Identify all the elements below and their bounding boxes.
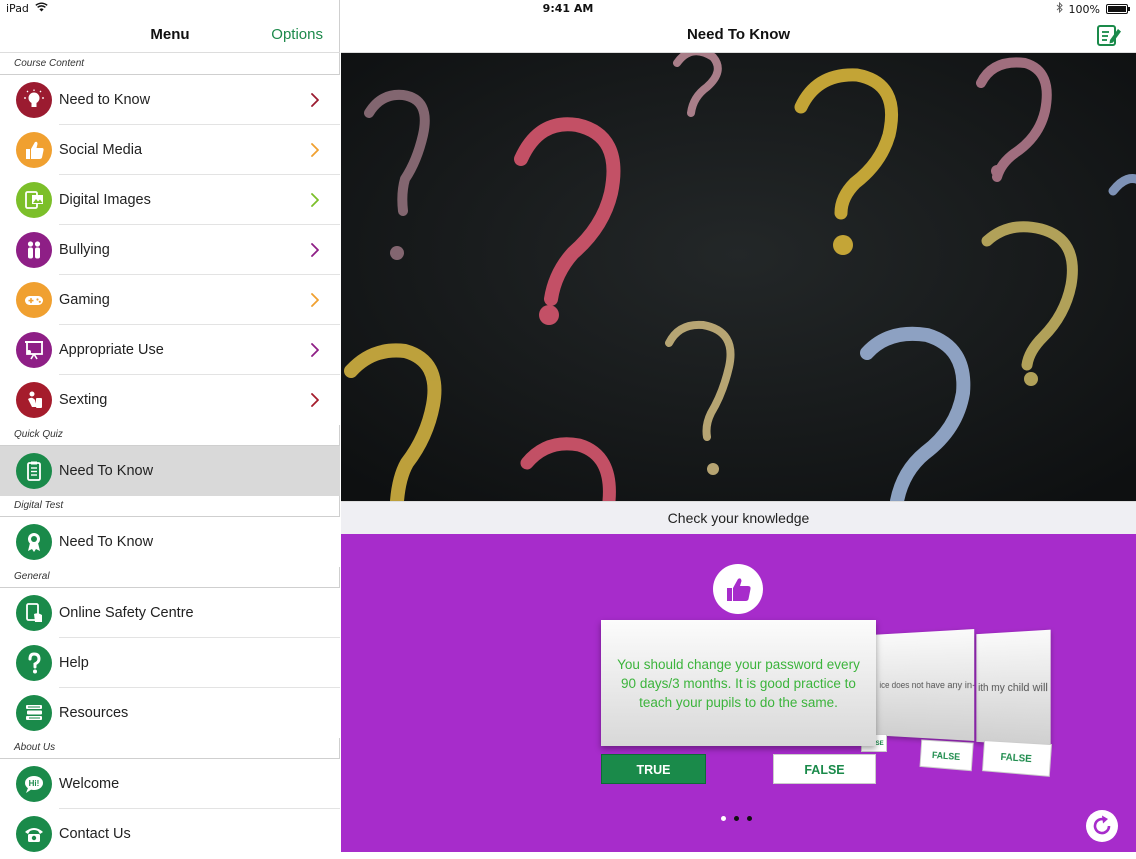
menu-item-need-to-know[interactable]: Need to Know: [0, 75, 340, 125]
quiz-statement: You should change your password every 90…: [609, 655, 868, 712]
menu-item-label: Need to Know: [59, 92, 308, 108]
page-dot[interactable]: [721, 816, 726, 821]
thumbs-up-icon: [713, 564, 763, 614]
speech-hi-icon: Hi!: [16, 766, 52, 802]
notes-edit-icon[interactable]: [1096, 23, 1122, 47]
menu-item-label: Need To Know: [59, 534, 340, 550]
quiz-card-carousel: ith my child will to play them. ice does…: [341, 534, 1136, 852]
next-quiz-card: ice does not have any in-app purchases.: [876, 629, 974, 741]
clock: 9:41 AM: [0, 2, 1136, 15]
bluetooth-icon: [1056, 2, 1063, 16]
menu-item-label: Help: [59, 655, 340, 671]
next-card-text: ice does not have any in-app purchases.: [879, 679, 974, 690]
sidebar-navbar: Menu Options: [0, 18, 340, 53]
main-panel: Need To Know Check your knowledge ith my…: [341, 0, 1136, 852]
chalkboard-question-marks-illustration: [341, 53, 1136, 501]
photo-icon: [16, 182, 52, 218]
menu-item-label: Sexting: [59, 392, 308, 408]
menu-item-online-safety-centre[interactable]: Online Safety Centre: [0, 588, 340, 638]
page-dot[interactable]: [747, 816, 752, 821]
menu-item-label: Online Safety Centre: [59, 605, 340, 621]
battery-icon: [1106, 4, 1128, 14]
page-title: Need To Know: [341, 26, 1136, 43]
lightbulb-icon: [16, 82, 52, 118]
menu-item-label: Need To Know: [59, 463, 340, 479]
next-card-2-false-button: FALSE: [982, 740, 1052, 777]
menu-item-need-to-know[interactable]: Need To Know: [0, 446, 340, 496]
clipboard-icon: [16, 453, 52, 489]
chevron-right-icon: [308, 393, 322, 407]
chevron-right-icon: [308, 143, 322, 157]
phone-person-icon: [16, 382, 52, 418]
menu-item-digital-images[interactable]: Digital Images: [0, 175, 340, 225]
section-header: Digital Test: [0, 496, 340, 517]
section-header: Quick Quiz: [0, 425, 340, 446]
books-icon: [16, 695, 52, 731]
section-header: About Us: [0, 738, 340, 759]
battery-percent: 100%: [1069, 3, 1100, 16]
award-icon: [16, 524, 52, 560]
menu-item-help[interactable]: Help: [0, 638, 340, 688]
people-icon: [16, 232, 52, 268]
check-your-knowledge-label: Check your knowledge: [341, 501, 1136, 534]
chevron-right-icon: [308, 93, 322, 107]
question-icon: [16, 645, 52, 681]
section-header: Course Content: [0, 54, 340, 75]
chevron-right-icon: [308, 193, 322, 207]
section-header: General: [0, 567, 340, 588]
menu-item-bullying[interactable]: Bullying: [0, 225, 340, 275]
next-card-false-button: FALSE: [920, 739, 974, 771]
menu-item-label: Gaming: [59, 292, 308, 308]
chevron-right-icon: [308, 243, 322, 257]
menu-item-label: Appropriate Use: [59, 342, 308, 358]
menu-item-label: Social Media: [59, 142, 308, 158]
gamepad-icon: [16, 282, 52, 318]
false-button[interactable]: FALSE: [773, 754, 876, 784]
menu-item-sexting[interactable]: Sexting: [0, 375, 340, 425]
menu-item-label: Welcome: [59, 776, 340, 792]
hero-image: [341, 53, 1136, 501]
menu-item-resources[interactable]: Resources: [0, 688, 340, 738]
menu-item-gaming[interactable]: Gaming: [0, 275, 340, 325]
status-bar: iPad 9:41 AM 100%: [0, 0, 1136, 18]
page-dot[interactable]: [734, 816, 739, 821]
menu-list: Course Content Need to Know Social Media Di…: [0, 54, 340, 859]
next-card-text-2: ith my child will to play them.: [978, 681, 1051, 694]
refresh-icon[interactable]: [1086, 810, 1118, 842]
next-quiz-card-2: ith my child will to play them.: [976, 630, 1050, 747]
menu-item-social-media[interactable]: Social Media: [0, 125, 340, 175]
svg-text:Hi!: Hi!: [29, 779, 40, 788]
chevron-right-icon: [308, 343, 322, 357]
menu-item-appropriate-use[interactable]: Appropriate Use: [0, 325, 340, 375]
tablet-hand-icon: [16, 595, 52, 631]
telephone-icon: [16, 816, 52, 852]
true-button[interactable]: TRUE: [601, 754, 706, 784]
main-navbar: Need To Know: [341, 18, 1136, 53]
quiz-card: You should change your password every 90…: [601, 620, 876, 746]
chevron-right-icon: [308, 293, 322, 307]
menu-item-need-to-know[interactable]: Need To Know: [0, 517, 340, 567]
presentation-icon: [16, 332, 52, 368]
menu-item-label: Contact Us: [59, 826, 340, 842]
thumbs-up-icon: [16, 132, 52, 168]
options-button[interactable]: Options: [271, 26, 323, 43]
menu-item-label: Bullying: [59, 242, 308, 258]
menu-item-welcome[interactable]: Hi! Welcome: [0, 759, 340, 809]
page-indicator[interactable]: [721, 816, 752, 821]
menu-item-label: Digital Images: [59, 192, 308, 208]
sidebar: Menu Options Course Content Need to Know S…: [0, 0, 340, 852]
menu-item-label: Resources: [59, 705, 340, 721]
